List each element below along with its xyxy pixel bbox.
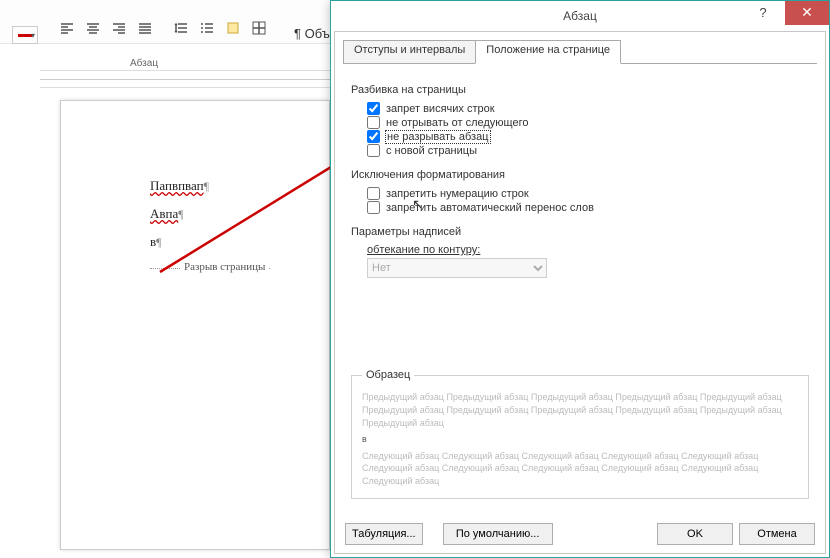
document-text: Папвпвап¶ Авпа¶ в¶ Разрыв страницы [150, 178, 270, 269]
widow-control-checkbox[interactable] [367, 102, 380, 115]
widow-control-row[interactable]: запрет висячих строк [367, 102, 809, 115]
tab-position[interactable]: Положение на странице [475, 40, 621, 64]
page-before-checkbox[interactable] [367, 144, 380, 157]
exceptions-heading: Исключения форматирования [351, 169, 809, 181]
wrap-label: обтекание по контуру: [367, 244, 809, 256]
font-color-swatch [18, 34, 32, 37]
page-break-marker: Разрыв страницы [150, 268, 270, 269]
doc-line-2[interactable]: Авпа [150, 206, 178, 221]
tab-indents[interactable]: Отступы и интервалы [343, 40, 476, 64]
no-hyphen-checkbox[interactable] [367, 201, 380, 214]
dialog-body: Отступы и интервалы Положение на страниц… [334, 31, 826, 554]
page-before-row[interactable]: с новой страницы [367, 144, 809, 157]
bullet-list-button[interactable] [196, 18, 218, 38]
textbox-heading: Параметры надписей [351, 226, 809, 238]
help-button[interactable]: ? [743, 1, 783, 25]
keep-next-checkbox[interactable] [367, 116, 380, 129]
sample-next-text: Следующий абзац Следующий абзац Следующи… [362, 450, 798, 488]
ruler[interactable] [40, 70, 330, 88]
wrap-select: Нет [367, 258, 547, 278]
font-color-button[interactable]: ▾ [12, 26, 38, 44]
ok-button[interactable]: OK [657, 523, 733, 545]
align-justify-button[interactable] [134, 18, 156, 38]
close-button[interactable]: ✕ [785, 1, 829, 25]
keep-together-checkbox[interactable] [367, 130, 380, 143]
no-hyphen-row[interactable]: запретить автоматический перенос слов [367, 201, 809, 214]
dialog-titlebar: Абзац ? ✕ [331, 1, 829, 31]
cancel-button[interactable]: Отмена [739, 523, 815, 545]
paragraph-group [56, 18, 270, 38]
sample-fieldset: Образец Предыдущий абзац Предыдущий абза… [351, 368, 809, 499]
align-right-button[interactable] [108, 18, 130, 38]
align-left-button[interactable] [56, 18, 78, 38]
paragraph-dialog: Абзац ? ✕ Отступы и интервалы Положение … [330, 0, 830, 558]
dialog-title: Абзац [563, 9, 597, 23]
keep-next-row[interactable]: не отрывать от следующего [367, 116, 809, 129]
document-page[interactable] [60, 100, 330, 550]
pagination-heading: Разбивка на страницы [351, 84, 809, 96]
borders-button[interactable] [248, 18, 270, 38]
no-numbering-row[interactable]: запретить нумерацию строк [367, 187, 809, 200]
sample-prev-text: Предыдущий абзац Предыдущий абзац Предыд… [362, 391, 798, 429]
align-center-button[interactable] [82, 18, 104, 38]
chevron-down-icon: ▾ [31, 31, 35, 40]
line-spacing-button[interactable] [170, 18, 192, 38]
default-button[interactable]: По умолчанию... [443, 523, 553, 545]
dialog-button-bar: Табуляция... По умолчанию... OK Отмена [335, 515, 825, 553]
keep-together-row[interactable]: не разрывать абзац [367, 130, 809, 143]
sample-bullet: в [362, 433, 798, 446]
no-numbering-checkbox[interactable] [367, 187, 380, 200]
tabs-button[interactable]: Табуляция... [345, 523, 423, 545]
doc-line-1[interactable]: Папвпвап [150, 178, 204, 193]
paragraph-group-label: Абзац [130, 58, 158, 69]
ob-label: ¶ Объ [294, 26, 330, 41]
shading-button[interactable] [222, 18, 244, 38]
